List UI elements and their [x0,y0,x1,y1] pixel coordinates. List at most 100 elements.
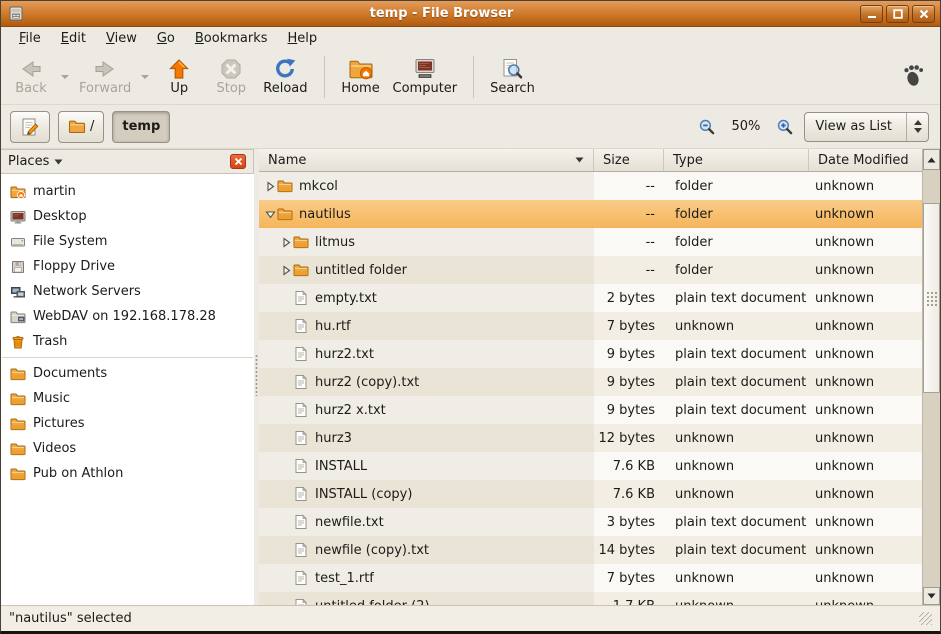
path-root-button[interactable]: / [58,111,104,143]
forward-arrow-icon [93,57,117,81]
text-file-icon [293,374,309,390]
close-button[interactable] [912,5,935,23]
scroll-down-button[interactable] [923,587,940,605]
sidebar-item-videos[interactable]: Videos [1,436,254,461]
indent-spacer [263,410,279,411]
zoom-out-icon [698,118,716,136]
resize-grip-icon[interactable] [919,612,932,625]
expander-closed-icon[interactable] [279,237,293,248]
stop-button: Stop [205,52,257,102]
zoom-out-button[interactable] [696,116,718,138]
view-selector[interactable]: View as List [804,112,929,142]
table-row[interactable]: INSTALL7.6 KBunknownunknown [259,452,922,480]
table-row[interactable]: newfile.txt3 bytesplain text documentunk… [259,508,922,536]
table-row[interactable]: test_1.rtf7 bytesunknownunknown [259,564,922,592]
cell-date-modified: unknown [809,368,922,396]
menu-bookmarks[interactable]: Bookmarks [185,29,278,48]
scroll-up-button[interactable] [923,149,940,170]
sidebar-item-label: martin [33,184,76,199]
cell-name: nautilus [259,200,594,228]
pane-resize-handle[interactable] [254,149,259,605]
reload-button[interactable]: Reload [257,52,313,102]
file-browser-window: temp - File Browser File Edit View Go Bo… [0,0,941,634]
column-header-type[interactable]: Type [664,149,809,171]
cell-type: folder [664,200,809,228]
sidebar-title[interactable]: Places [8,154,49,169]
sidebar-item-martin[interactable]: martin [1,179,254,204]
cell-date-modified: unknown [809,480,922,508]
menu-go[interactable]: Go [147,29,185,48]
cell-type: plain text document [664,284,809,312]
sidebar-item-trash[interactable]: Trash [1,329,254,354]
menu-help[interactable]: Help [278,29,328,48]
cell-size: 14 bytes [594,536,664,564]
cell-type: plain text document [664,536,809,564]
menu-view[interactable]: View [96,29,147,48]
file-rows: mkcol--folderunknownnautilus--folderunkn… [259,172,922,605]
sidebar-item-file-system[interactable]: File System [1,229,254,254]
minimize-button[interactable] [860,5,883,23]
menu-file[interactable]: File [9,29,51,48]
search-button[interactable]: Search [484,52,541,102]
table-row[interactable]: litmus--folderunknown [259,228,922,256]
file-list-view: Name Size Type Date Modified mkcol--fold… [259,149,940,605]
column-header-name[interactable]: Name [259,149,594,171]
expander-open-icon[interactable] [263,209,277,220]
expander-closed-icon[interactable] [263,181,277,192]
pane-grip-icon [255,354,258,396]
table-row[interactable]: newfile (copy).txt14 bytesplain text doc… [259,536,922,564]
sidebar-item-documents[interactable]: Documents [1,361,254,386]
cell-size: 7.6 KB [594,452,664,480]
folder-icon [10,416,26,432]
column-headers: Name Size Type Date Modified [259,149,922,172]
sort-descending-icon [575,157,584,163]
column-header-date-modified[interactable]: Date Modified [809,149,922,171]
table-row[interactable]: untitled folder (2)1.7 KBunknownunknown [259,592,922,605]
back-button: Back [5,52,57,102]
folder-icon [293,262,309,278]
table-row[interactable]: nautilus--folderunknown [259,200,922,228]
sidebar-item-webdav-on-192-168-178-28[interactable]: WebDAV on 192.168.178.28 [1,304,254,329]
indent-spacer [263,494,279,495]
table-row[interactable]: INSTALL (copy)7.6 KBunknownunknown [259,480,922,508]
scrollbar-track[interactable] [923,170,940,587]
scrollbar-thumb[interactable] [923,203,940,393]
table-row[interactable]: empty.txt2 bytesplain text documentunkno… [259,284,922,312]
text-file-icon [293,458,309,474]
table-row[interactable]: untitled folder--folderunknown [259,256,922,284]
file-name: newfile.txt [315,515,384,530]
forward-button: Forward [73,52,137,102]
file-name: test_1.rtf [315,571,374,586]
table-row[interactable]: mkcol--folderunknown [259,172,922,200]
computer-button[interactable]: Computer [387,52,464,102]
titlebar[interactable]: temp - File Browser [1,1,940,27]
sidebar-item-network-servers[interactable]: Network Servers [1,279,254,304]
cell-date-modified: unknown [809,396,922,424]
table-row[interactable]: hu.rtf7 bytesunknownunknown [259,312,922,340]
table-row[interactable]: hurz2 x.txt9 bytesplain text documentunk… [259,396,922,424]
edit-location-button[interactable] [10,111,50,143]
sidebar-close-button[interactable] [230,154,246,169]
toolbar-separator [473,56,474,98]
table-row[interactable]: hurz2 (copy).txt9 bytesplain text docume… [259,368,922,396]
sidebar-item-desktop[interactable]: Desktop [1,204,254,229]
maximize-button[interactable] [886,5,909,23]
path-current-button[interactable]: temp [112,111,170,143]
column-header-size[interactable]: Size [594,149,664,171]
table-row[interactable]: hurz2.txt9 bytesplain text documentunkno… [259,340,922,368]
folder-icon [277,206,293,222]
zoom-in-button[interactable] [774,116,796,138]
arrow-up-icon [927,157,936,163]
table-row[interactable]: hurz312 bytesunknownunknown [259,424,922,452]
sidebar-item-floppy-drive[interactable]: Floppy Drive [1,254,254,279]
sidebar-item-music[interactable]: Music [1,386,254,411]
cell-date-modified: unknown [809,312,922,340]
indent-spacer [263,298,279,299]
cell-type: plain text document [664,340,809,368]
up-button[interactable]: Up [153,52,205,102]
expander-closed-icon[interactable] [279,265,293,276]
sidebar-item-pictures[interactable]: Pictures [1,411,254,436]
menu-edit[interactable]: Edit [51,29,96,48]
home-button[interactable]: Home [335,52,387,102]
sidebar-item-pub-on-athlon[interactable]: Pub on Athlon [1,461,254,486]
